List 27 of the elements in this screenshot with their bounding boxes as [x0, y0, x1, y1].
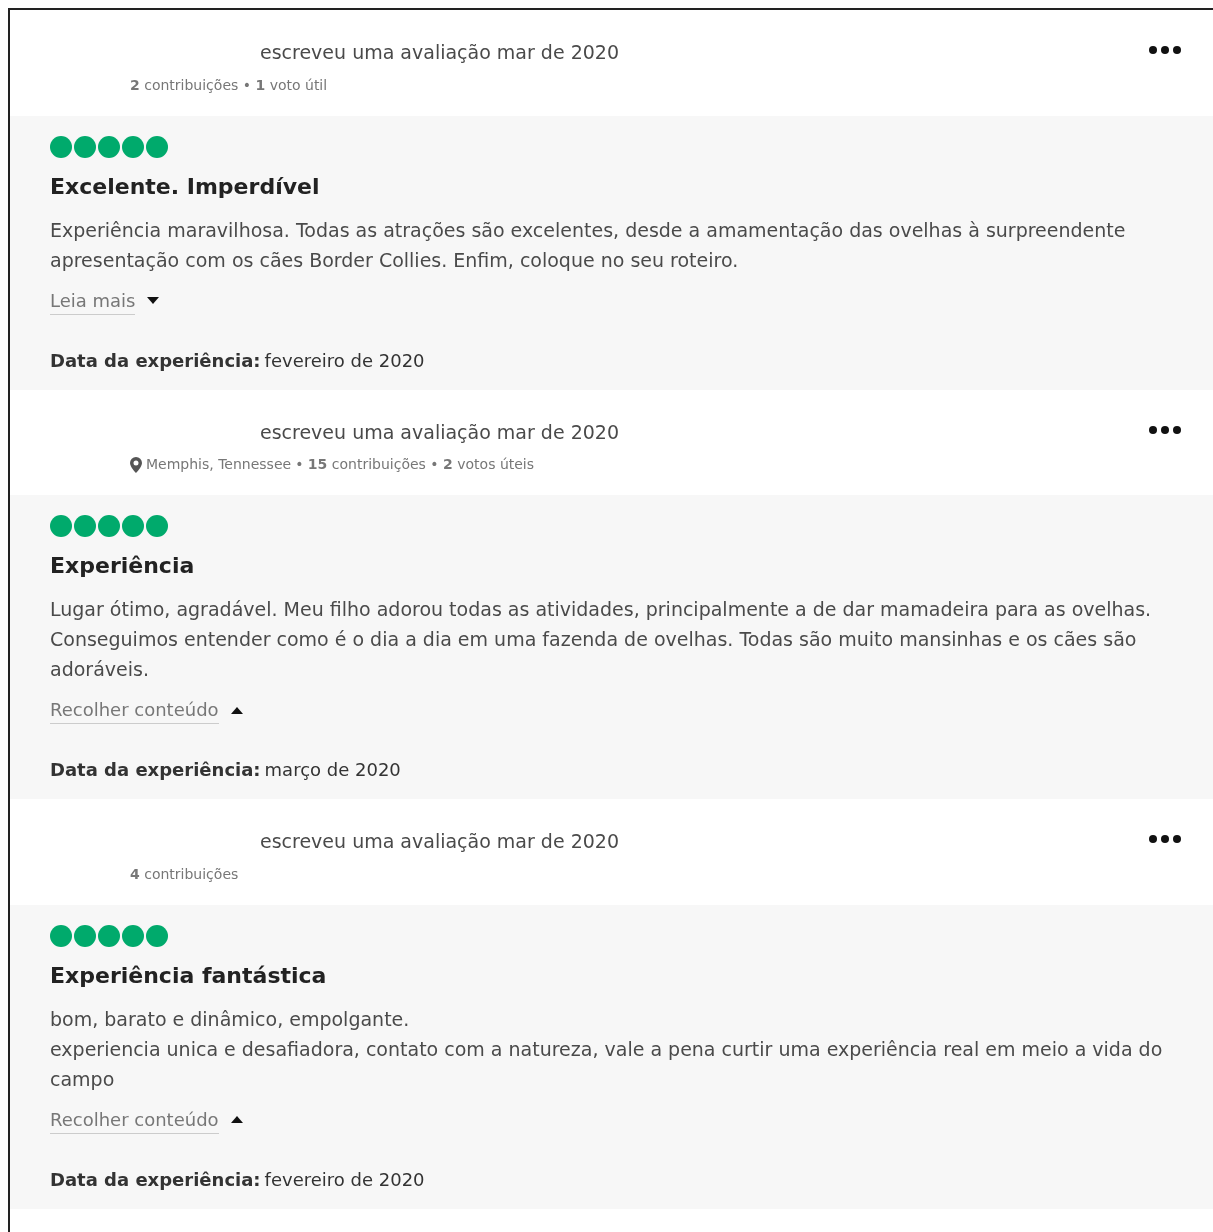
toggle-link[interactable]: Leia mais [50, 286, 136, 315]
more-icon [1149, 425, 1181, 434]
reviewer-stats: • 15 contribuições • 2 votos úteis [295, 455, 535, 474]
review-byline: escreveu uma avaliação mar de 2020 [260, 419, 619, 445]
review-title: Experiência [50, 552, 196, 580]
date-label: Data da experiência: [50, 348, 261, 373]
review-text: Lugar ótimo, agradável. Meu filho adorou todas as atividades, principalmente a de dar mamadeira para as ovelhas. Conseguimos entender como é o dia a dia em uma fazenda de ovelhas. Todas são muito mansinhas e os cães são adoráveis. [50, 597, 1153, 682]
more-icon [1149, 46, 1181, 54]
review-byline: escreveu uma avaliação mar de 2020 [260, 40, 619, 65]
reviewer-location: Memphis, Tennessee [146, 455, 292, 474]
reviewer-stats: 4 contribuições [130, 864, 239, 884]
review-text: experiencia unica e desafiadora, contato com a natureza, vale a pena curtir uma experiência real em meio a vida do campo [50, 1036, 1164, 1092]
date-value: fevereiro de 2020 [264, 348, 425, 373]
review-title: Experiência fantástica [50, 961, 328, 990]
date-label: Data da experiência: [50, 758, 261, 782]
reviewer-stats: 2 contribuições • 1 voto útil [130, 75, 328, 95]
date-value: março de 2020 [264, 758, 401, 782]
toggle-link[interactable]: Recolher conteúdo [50, 1105, 219, 1134]
review-title: Excelente. Imperdível [50, 172, 321, 201]
date-value: fevereiro de 2020 [264, 1167, 425, 1192]
review-text: bom, barato e dinâmico, empolgante. [50, 1006, 411, 1032]
date-label: Data da experiência: [50, 1167, 261, 1192]
review-byline: escreveu uma avaliação mar de 2020 [260, 829, 619, 854]
review-text: Experiência maravilhosa. Todas as atrações são excelentes, desde a amamentação das ovelhas à surpreendente apresentação com os cães Border Collies. Enfim, coloque no seu roteiro. [50, 217, 1127, 273]
location-pin-icon [130, 456, 142, 473]
more-icon [1149, 835, 1181, 843]
toggle-link[interactable]: Recolher conteúdo [50, 696, 219, 724]
